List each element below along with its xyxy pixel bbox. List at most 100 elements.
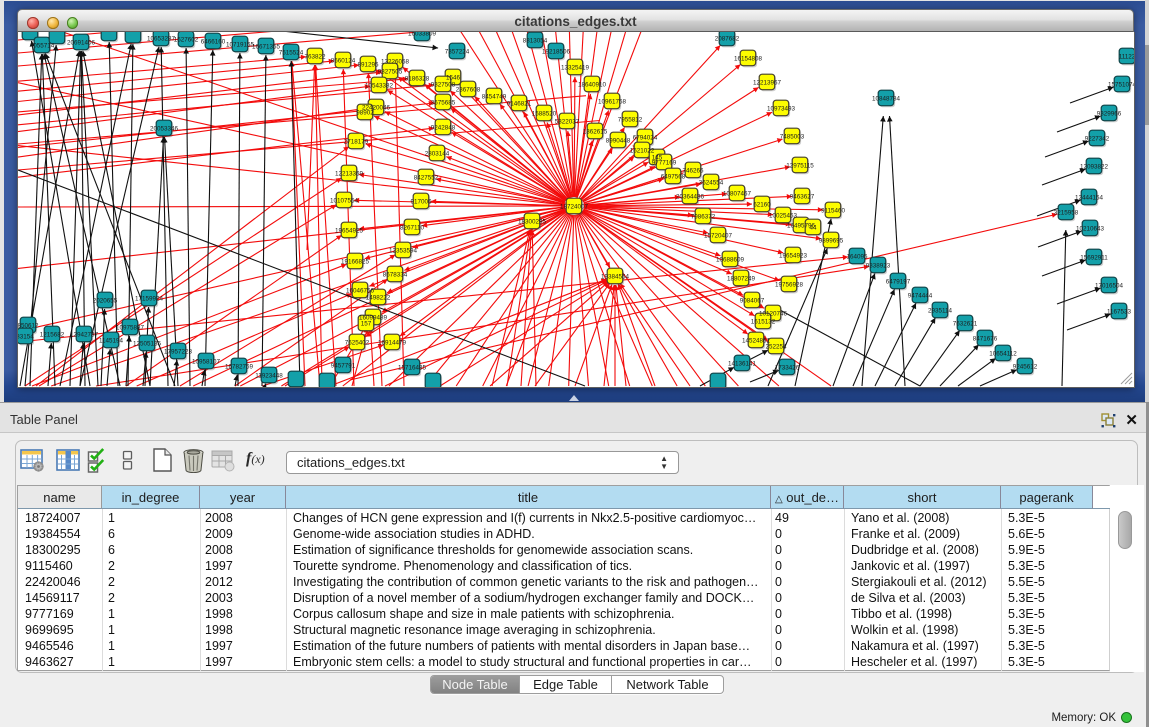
svg-text:10653287: 10653287: [147, 35, 176, 42]
svg-text:10848784: 10848784: [872, 95, 901, 102]
svg-text:2718179: 2718179: [344, 138, 369, 145]
svg-text:1527602: 1527602: [174, 36, 199, 43]
svg-text:10688609: 10688609: [716, 256, 745, 263]
svg-text:164095: 164095: [846, 253, 868, 260]
svg-text:10807467: 10807467: [723, 190, 752, 197]
svg-text:19384554: 19384554: [601, 273, 630, 280]
svg-text:12505135: 12505135: [133, 340, 162, 347]
svg-text:9084067: 9084067: [740, 297, 765, 304]
svg-text:7632621: 7632621: [953, 320, 978, 327]
svg-text:14136141: 14136141: [728, 360, 757, 367]
svg-text:850612: 850612: [18, 322, 39, 329]
svg-text:12353594: 12353594: [389, 247, 418, 254]
svg-text:13325419: 13325419: [561, 64, 590, 71]
svg-text:2803144: 2803144: [425, 150, 450, 157]
svg-text:8990448: 8990448: [606, 137, 631, 144]
svg-text:6466160: 6466160: [201, 38, 226, 45]
svg-text:18807249: 18807249: [727, 275, 756, 282]
svg-text:33154: 33154: [18, 333, 34, 340]
svg-text:11122: 11122: [1119, 53, 1134, 60]
svg-text:12213967: 12213967: [753, 79, 782, 86]
svg-text:20364436: 20364436: [676, 193, 705, 200]
svg-text:44: 44: [809, 224, 817, 231]
svg-text:20691406: 20691406: [67, 39, 96, 46]
svg-text:157: 157: [361, 320, 372, 327]
svg-text:12213369: 12213369: [335, 170, 364, 177]
svg-text:9338923: 9338923: [866, 262, 891, 269]
svg-text:9327508: 9327508: [431, 81, 456, 88]
svg-text:10654112: 10654112: [989, 350, 1017, 357]
svg-text:891295: 891295: [357, 61, 379, 68]
svg-text:9899695: 9899695: [819, 237, 844, 244]
svg-text:9146821: 9146821: [507, 100, 532, 107]
svg-text:19654923: 19654923: [779, 252, 808, 259]
svg-text:18300295: 18300295: [518, 218, 547, 225]
svg-text:62160: 62160: [753, 201, 771, 208]
svg-text:12942737: 12942737: [70, 331, 99, 338]
svg-text:9777169: 9777169: [652, 159, 677, 166]
svg-text:16046756: 16046756: [346, 287, 375, 294]
svg-text:252254: 252254: [765, 343, 787, 350]
svg-text:18724007: 18724007: [560, 203, 589, 210]
svg-text:9463627: 9463627: [790, 193, 815, 200]
svg-text:18640910: 18640910: [578, 81, 607, 88]
svg-text:10543382: 10543382: [365, 82, 394, 89]
svg-text:19166825: 19166825: [341, 258, 370, 265]
svg-text:8678334: 8678334: [383, 271, 408, 278]
svg-text:17159924: 17159924: [135, 295, 164, 302]
svg-text:16154808: 16154808: [734, 55, 763, 62]
svg-text:20053346: 20053346: [150, 125, 179, 132]
svg-text:12975115: 12975115: [786, 162, 814, 169]
svg-text:10120746: 10120746: [759, 310, 788, 317]
svg-text:10107554: 10107554: [330, 197, 359, 204]
svg-text:8186328: 8186328: [405, 75, 430, 82]
svg-text:7625402: 7625402: [345, 339, 370, 346]
svg-text:8454749: 8454749: [482, 93, 507, 100]
svg-text:13226058: 13226058: [381, 58, 410, 65]
svg-text:1615132: 1615132: [751, 318, 776, 325]
svg-text:10210643: 10210643: [1076, 225, 1105, 232]
svg-text:9329966: 9329966: [1097, 110, 1122, 117]
svg-text:16782759: 16782759: [225, 363, 254, 370]
svg-text:7357224: 7357224: [445, 48, 470, 55]
svg-text:98902: 98902: [356, 109, 374, 116]
svg-text:6497568: 6497568: [661, 173, 686, 180]
svg-text:8267110: 8267110: [400, 224, 425, 231]
svg-text:1145194: 1145194: [99, 337, 124, 344]
svg-text:2367608: 2367608: [456, 86, 481, 93]
svg-text:8660124: 8660124: [331, 57, 356, 64]
svg-text:15751074: 15751074: [1108, 81, 1134, 88]
svg-text:1167533: 1167533: [1107, 308, 1132, 315]
svg-text:8813054: 8813054: [523, 37, 548, 44]
svg-text:8427552: 8427552: [414, 174, 439, 181]
svg-text:19654925: 19654925: [335, 227, 364, 234]
svg-text:10958107: 10958107: [192, 358, 221, 365]
svg-text:15716485: 15716485: [398, 364, 427, 371]
svg-text:15720407: 15720407: [704, 232, 733, 239]
svg-text:10975887: 10975887: [116, 324, 145, 331]
svg-text:1621022: 1621022: [630, 147, 655, 154]
svg-text:2087682: 2087682: [715, 35, 740, 42]
svg-text:17957223: 17957223: [164, 348, 193, 355]
svg-text:9457791: 9457791: [331, 362, 356, 369]
svg-text:9227342: 9227342: [1085, 135, 1110, 142]
svg-text:9474444: 9474444: [908, 292, 933, 299]
svg-text:9242848: 9242848: [431, 124, 456, 131]
svg-text:763822: 763822: [304, 53, 326, 60]
svg-text:8471676: 8471676: [973, 335, 998, 342]
svg-text:1215682: 1215682: [40, 331, 65, 338]
svg-text:7515524: 7515524: [279, 49, 304, 56]
svg-text:10025453: 10025453: [769, 212, 798, 219]
svg-text:16671355: 16671355: [252, 43, 281, 50]
svg-text:6479197: 6479197: [886, 278, 911, 285]
svg-text:5322037: 5322037: [555, 118, 580, 125]
svg-text:917006: 917006: [410, 198, 432, 205]
svg-text:12444154: 12444154: [1075, 194, 1104, 201]
svg-text:1588520: 1588520: [532, 110, 557, 117]
svg-text:1733426: 1733426: [775, 364, 800, 371]
svg-text:2935114: 2935114: [928, 307, 953, 314]
svg-text:7986372: 7986372: [691, 213, 716, 220]
svg-text:15692911: 15692911: [1080, 254, 1108, 261]
svg-text:3624554: 3624554: [699, 179, 724, 186]
svg-text:1498222: 1498222: [366, 294, 391, 301]
